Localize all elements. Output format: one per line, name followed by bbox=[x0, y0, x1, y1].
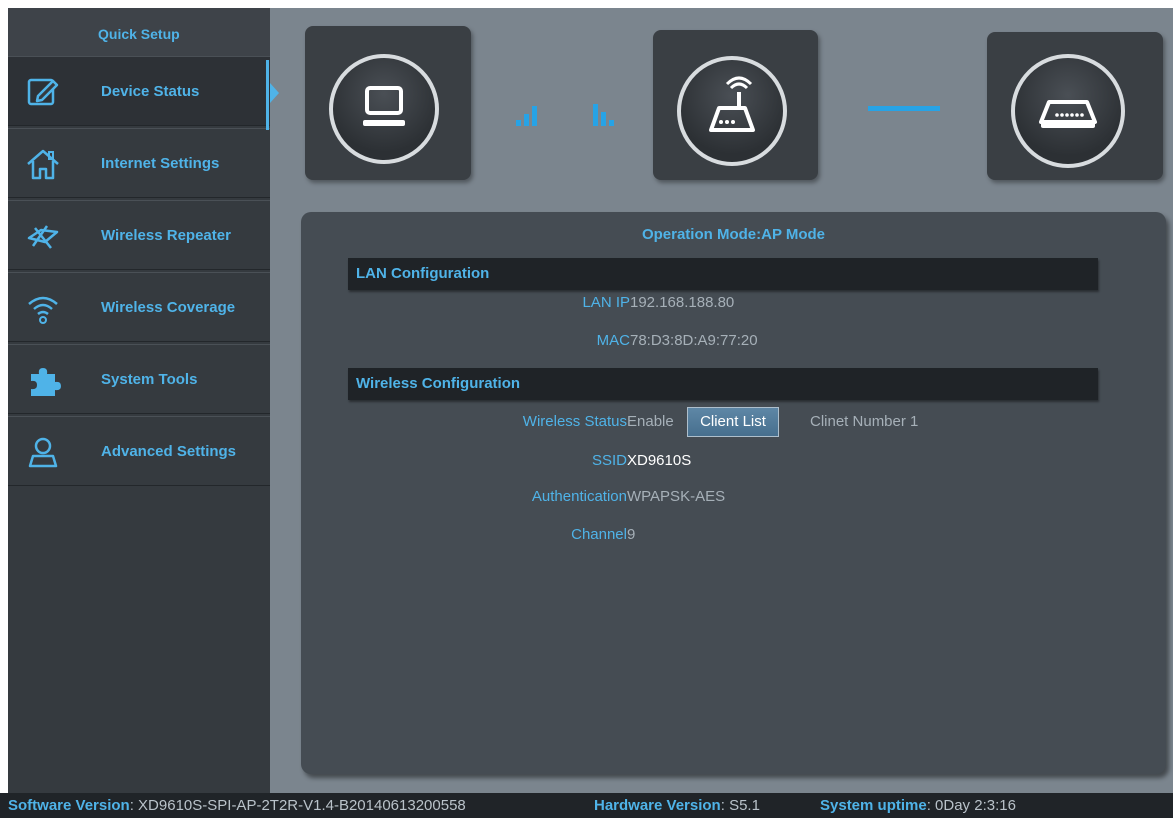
software-version-value: : XD9610S-SPI-AP-2T2R-V1.4-B201406132005… bbox=[129, 797, 466, 814]
sidebar-item-label: Device Status bbox=[101, 83, 200, 100]
footer-status-bar: Software Version: XD9610S-SPI-AP-2T2R-V1… bbox=[0, 793, 1173, 818]
operation-mode-label: Operation Mode: bbox=[641, 226, 762, 243]
router-icon bbox=[677, 56, 787, 166]
repeater-icon bbox=[25, 218, 61, 254]
quick-setup-label: Quick Setup bbox=[98, 26, 180, 42]
signal-bars-icon bbox=[593, 100, 627, 126]
system-uptime: System uptime: 0Day 2:3:16 bbox=[820, 793, 1016, 818]
lan-configuration-header: LAN Configuration bbox=[348, 258, 1098, 290]
ssid-label: SSID bbox=[591, 452, 627, 469]
computer-icon bbox=[329, 54, 439, 164]
client-number: Clinet Number 1 bbox=[810, 413, 919, 430]
sidebar-item-system-tools[interactable]: System Tools bbox=[8, 344, 270, 414]
wireless-status-label: Wireless Status bbox=[522, 413, 627, 430]
wireless-status-value: Enable bbox=[627, 413, 674, 430]
sidebar-item-label: Wireless Repeater bbox=[101, 227, 231, 244]
computer-device-tile[interactable] bbox=[305, 26, 471, 180]
user-icon bbox=[25, 434, 61, 470]
ssid-value: XD9610S bbox=[627, 452, 692, 469]
connection-line bbox=[868, 106, 940, 111]
client-list-button[interactable]: Client List bbox=[687, 407, 779, 437]
sidebar-item-internet-settings[interactable]: Internet Settings bbox=[8, 128, 270, 198]
hardware-version: Hardware Version: S5.1 bbox=[594, 793, 760, 818]
system-uptime-label: System uptime bbox=[820, 797, 927, 814]
mac-value: 78:D3:8D:A9:77:20 bbox=[630, 332, 758, 349]
modem-device-tile[interactable] bbox=[987, 32, 1163, 180]
modem-icon bbox=[1011, 54, 1125, 168]
lan-ip-label: LAN IP bbox=[582, 294, 630, 311]
wireless-configuration-header: Wireless Configuration bbox=[348, 368, 1098, 400]
sidebar-item-wireless-coverage[interactable]: Wireless Coverage bbox=[8, 272, 270, 342]
active-indicator-line bbox=[266, 60, 269, 130]
lan-ip-row: LAN IP 192.168.188.80 bbox=[301, 292, 1166, 314]
channel-row: Channel 9 bbox=[301, 524, 1166, 546]
sidebar-item-device-status[interactable]: Device Status bbox=[8, 56, 270, 126]
sidebar-item-label: Internet Settings bbox=[101, 155, 220, 172]
edit-icon bbox=[25, 74, 61, 110]
system-uptime-value: : 0Day 2:3:16 bbox=[926, 797, 1016, 814]
operation-mode: Operation Mode:AP Mode bbox=[301, 226, 1166, 243]
operation-mode-value: AP Mode bbox=[761, 226, 826, 243]
active-indicator-arrow bbox=[270, 83, 279, 103]
app-frame: Quick Setup Device Status Internet Setti… bbox=[8, 8, 1173, 793]
software-version: Software Version: XD9610S-SPI-AP-2T2R-V1… bbox=[8, 793, 466, 818]
channel-label: Channel bbox=[571, 526, 627, 543]
wifi-icon bbox=[25, 290, 61, 326]
software-version-label: Software Version bbox=[8, 797, 130, 814]
channel-value: 9 bbox=[627, 526, 636, 543]
ssid-row: SSID XD9610S bbox=[301, 450, 1166, 472]
hardware-version-label: Hardware Version bbox=[594, 797, 721, 814]
sidebar-item-wireless-repeater[interactable]: Wireless Repeater bbox=[8, 200, 270, 270]
authentication-label: Authentication bbox=[531, 488, 627, 505]
mac-row: MAC 78:D3:8D:A9:77:20 bbox=[301, 330, 1166, 352]
hardware-version-value: : S5.1 bbox=[720, 797, 760, 814]
home-icon bbox=[25, 146, 61, 182]
sidebar: Quick Setup Device Status Internet Setti… bbox=[8, 8, 270, 793]
puzzle-icon bbox=[25, 362, 61, 398]
router-device-tile[interactable] bbox=[653, 30, 818, 180]
device-status-panel: Operation Mode:AP Mode LAN Configuration… bbox=[301, 212, 1166, 774]
authentication-row: Authentication WPAPSK-AES bbox=[301, 486, 1166, 508]
mac-label: MAC bbox=[596, 332, 630, 349]
signal-bars-icon bbox=[516, 100, 550, 126]
lan-ip-value: 192.168.188.80 bbox=[630, 294, 735, 311]
sidebar-item-label: Wireless Coverage bbox=[101, 299, 236, 316]
sidebar-item-label: Advanced Settings bbox=[101, 443, 237, 460]
authentication-value: WPAPSK-AES bbox=[627, 488, 726, 505]
sidebar-item-advanced-settings[interactable]: Advanced Settings bbox=[8, 416, 270, 486]
quick-setup-tab[interactable]: Quick Setup bbox=[8, 8, 270, 57]
sidebar-item-label: System Tools bbox=[101, 371, 198, 388]
